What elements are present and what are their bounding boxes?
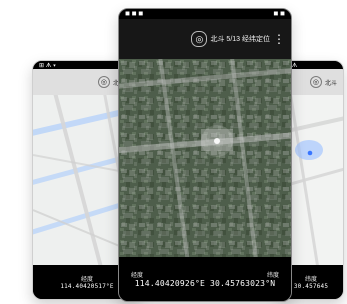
status-right: ◼ ◼ [273, 11, 285, 17]
menu-icon[interactable]: ⋮ [273, 33, 285, 45]
compass-icon[interactable]: ◎ [97, 76, 110, 88]
coords-panel: 经度 纬度 114.40420926°E 30.45763023°N [119, 257, 291, 301]
lon-value: 114.40420517°E [60, 283, 114, 290]
satellite-map-view[interactable] [119, 59, 291, 257]
satellite-status: 北斗 5/13 经纬定位 [210, 36, 270, 43]
top-toolbar: ◎ 北斗 5/13 经纬定位 ⋮ [119, 19, 291, 59]
lon-label: 经度 [131, 273, 144, 279]
lat-value: 30.457645 [293, 283, 329, 290]
satellite-status: 北斗 [324, 80, 337, 87]
lat-label: 纬度 [304, 277, 317, 283]
status-bar: ◼ ◼ ◼ ◼ ◼ [119, 9, 291, 19]
compass-icon[interactable]: ◎ [191, 31, 208, 47]
status-left: ◼ ◼ ◼ [125, 11, 144, 17]
map-drawing [119, 59, 291, 257]
lat-label: 纬度 [266, 273, 279, 279]
coords-value: 114.40420926°E 30.45763023°N [134, 279, 276, 288]
compass-icon[interactable]: ◎ [309, 76, 322, 88]
coords-labels: 经度 纬度 [119, 270, 291, 279]
app-screenshots: ⊞ ᗑ ▾ ◎ 北斗 5/7 经度 114.40420517°E [0, 0, 347, 304]
lon-label: 经度 [80, 277, 93, 283]
phone-center: ◼ ◼ ◼ ◼ ◼ ◎ 北斗 5/13 经纬定位 ⋮ 经度 纬度 114.404… [118, 8, 292, 302]
